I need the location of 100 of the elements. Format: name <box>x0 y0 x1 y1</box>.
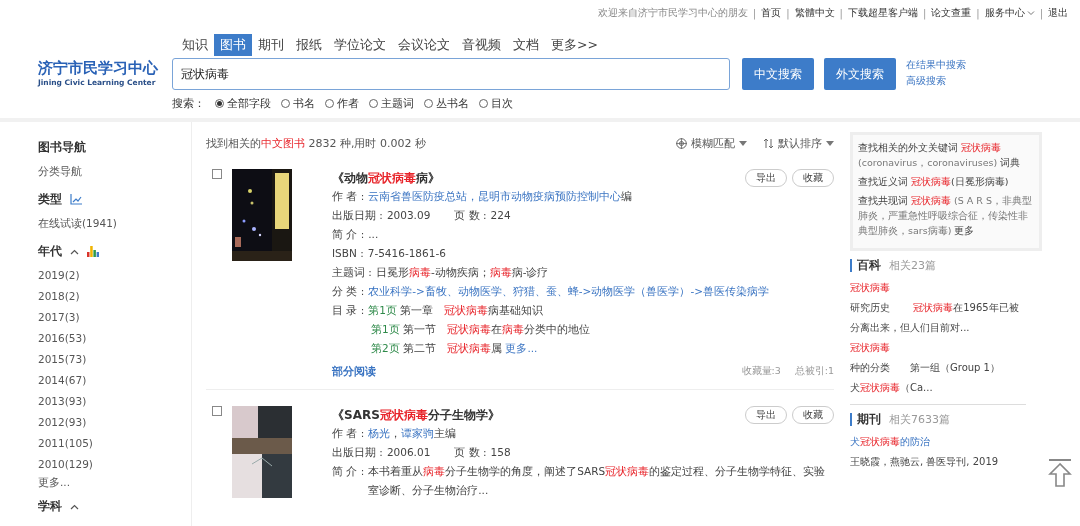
field-radio[interactable]: 丛书名 <box>424 95 469 111</box>
category-tab[interactable]: 报纸 <box>290 34 328 56</box>
facet-item[interactable]: 2012(93) <box>38 412 191 433</box>
facet-title: 图书导航 <box>38 140 86 155</box>
field-radio[interactable]: 书名 <box>281 95 315 111</box>
category-tab[interactable]: 文档 <box>507 34 545 56</box>
field-radio[interactable]: 目次 <box>479 95 513 111</box>
facet-item[interactable]: 2013(93) <box>38 391 191 412</box>
field-radio[interactable]: 作者 <box>325 95 359 111</box>
facet-item[interactable]: 在线试读(1941) <box>38 213 191 234</box>
action-button[interactable]: 导出 <box>745 169 787 187</box>
panel-title: 百科 <box>857 259 881 272</box>
top-link[interactable]: 下载超星客户端 <box>847 6 918 20</box>
panel-entry: 冠状病毒 <box>850 341 891 355</box>
result-summary: 找到相关的中文图书 2832 种,用时 0.002 秒 <box>206 136 426 151</box>
select-checkbox[interactable] <box>212 169 222 179</box>
category-tab[interactable]: 会议论文 <box>392 34 456 56</box>
top-link[interactable]: 繁體中文 <box>794 6 835 20</box>
separator: | <box>976 7 980 19</box>
field-radio[interactable]: 主题词 <box>369 95 414 111</box>
field-label: 分 类 : <box>332 284 365 299</box>
facet-item[interactable]: 2018(2) <box>38 286 191 307</box>
field-value: 7-5416-1861-6 <box>367 246 446 261</box>
top-link[interactable]: 首页 <box>761 6 782 20</box>
action-button[interactable]: 收藏 <box>792 406 834 424</box>
separator: | <box>1039 7 1043 19</box>
line-chart-icon[interactable] <box>70 194 82 205</box>
book-title[interactable]: 《动物冠状病毒病》 <box>332 170 440 187</box>
field-label: 页 数 : <box>454 208 487 223</box>
field-value: 杨光，谭家驹主编 <box>368 426 457 441</box>
facet-item[interactable]: 2019(2) <box>38 265 191 286</box>
field-label: 作 者 : <box>332 426 365 441</box>
more-link[interactable]: 更多... <box>38 475 191 489</box>
facet-item[interactable]: 2011(105) <box>38 433 191 454</box>
category-tab[interactable]: 期刊 <box>252 34 290 56</box>
category-tab[interactable]: 学位论文 <box>328 34 392 56</box>
field-value: 日冕形病毒-动物疾病；病毒病-诊疗 <box>375 265 549 280</box>
sort-icon <box>763 138 774 149</box>
field-label: ISBN : <box>332 246 364 261</box>
top-link[interactable]: 退出 <box>1048 6 1068 20</box>
filter-dropdown[interactable]: 模糊匹配 <box>676 136 747 151</box>
field-label: 作 者 : <box>332 189 365 204</box>
field-value: ... <box>368 227 379 242</box>
panel-entry: 犬冠状病毒（Ca... <box>850 381 934 395</box>
top-link[interactable]: 论文查重 <box>931 6 972 20</box>
filter-dropdown[interactable]: 默认排序 <box>763 136 834 151</box>
top-link[interactable]: 服务中心 <box>984 6 1035 20</box>
stat-text: 收藏量:3 <box>741 365 781 378</box>
action-button[interactable]: 导出 <box>745 406 787 424</box>
search-button[interactable]: 外文搜索 <box>824 58 896 90</box>
field-value: 第2页 第二节 冠状病毒属 更多... <box>371 341 538 356</box>
related-terms-text: 查找共现词 冠状病毒 (S A R S，非典型肺炎，严重急性呼吸综合征，传染性非典型肺炎，sars病毒) 更多 <box>858 194 1033 238</box>
facet-item[interactable]: 分类导航 <box>38 161 191 182</box>
field-value: 2003.09 <box>386 208 431 223</box>
field-value: 224 <box>490 208 511 223</box>
search-link[interactable]: 在结果中搜索 <box>906 58 966 72</box>
facet-title: 学科 <box>38 499 62 514</box>
category-tab[interactable]: 知识 <box>176 34 214 56</box>
field-label: 出版日期 : <box>332 445 383 460</box>
facet-item[interactable]: 2014(67) <box>38 370 191 391</box>
facet-item[interactable]: 2017(3) <box>38 307 191 328</box>
field-value: 2006.01 <box>386 445 431 460</box>
read-link[interactable]: 部分阅读 <box>332 364 376 379</box>
panel-title: 期刊 <box>857 413 881 426</box>
select-checkbox[interactable] <box>212 406 222 416</box>
category-tab[interactable]: 音视频 <box>456 34 507 56</box>
separator: | <box>752 7 757 19</box>
caret-icon <box>739 141 747 146</box>
panel-count: 相关7633篇 <box>889 413 950 426</box>
target-icon <box>676 138 687 149</box>
panel-entry: 王晓霞，燕驰云, 兽医导刊, 2019 <box>850 455 1000 469</box>
back-to-top-icon[interactable] <box>1046 458 1074 488</box>
bar-chart-icon[interactable] <box>87 246 99 257</box>
search-link[interactable]: 高级搜索 <box>906 74 966 88</box>
field-radio[interactable]: 全部字段 <box>215 95 271 111</box>
field-value: 第1页 第一节 冠状病毒在病毒分类中的地位 <box>371 322 591 337</box>
caret-icon <box>826 141 834 146</box>
separator: | <box>922 7 927 19</box>
field-value: 158 <box>490 445 511 460</box>
search-button[interactable]: 中文搜索 <box>742 58 814 90</box>
category-tab[interactable]: 更多>> <box>545 34 604 56</box>
chevron-up-icon[interactable] <box>70 503 79 510</box>
category-tab[interactable]: 图书 <box>214 34 252 56</box>
field-label: 出版日期 : <box>332 208 383 223</box>
search-field[interactable]: 冠状病毒 <box>172 58 730 90</box>
chevron-down-icon <box>1026 10 1035 16</box>
facet-title: 类型 <box>38 192 62 207</box>
panel-entry: 冠状病毒 <box>850 281 891 295</box>
panel-count: 相关23篇 <box>889 259 936 272</box>
stat-text: 总被引:1 <box>794 365 834 378</box>
action-button[interactable]: 收藏 <box>792 169 834 187</box>
related-terms-text: 查找相关的外文关键词 冠状病毒 (coronavirus，coronaviruses) 词典 <box>858 141 1022 170</box>
field-label: 页 数 : <box>454 445 487 460</box>
facet-item[interactable]: 2010(129) <box>38 454 191 475</box>
chevron-up-icon[interactable] <box>70 248 79 255</box>
facet-item[interactable]: 2016(53) <box>38 328 191 349</box>
separator: | <box>839 7 843 19</box>
panel-entry: 犬冠状病毒的防治 <box>850 435 931 449</box>
facet-item[interactable]: 2015(73) <box>38 349 191 370</box>
book-title[interactable]: 《SARS冠状病毒分子生物学》 <box>332 407 500 424</box>
